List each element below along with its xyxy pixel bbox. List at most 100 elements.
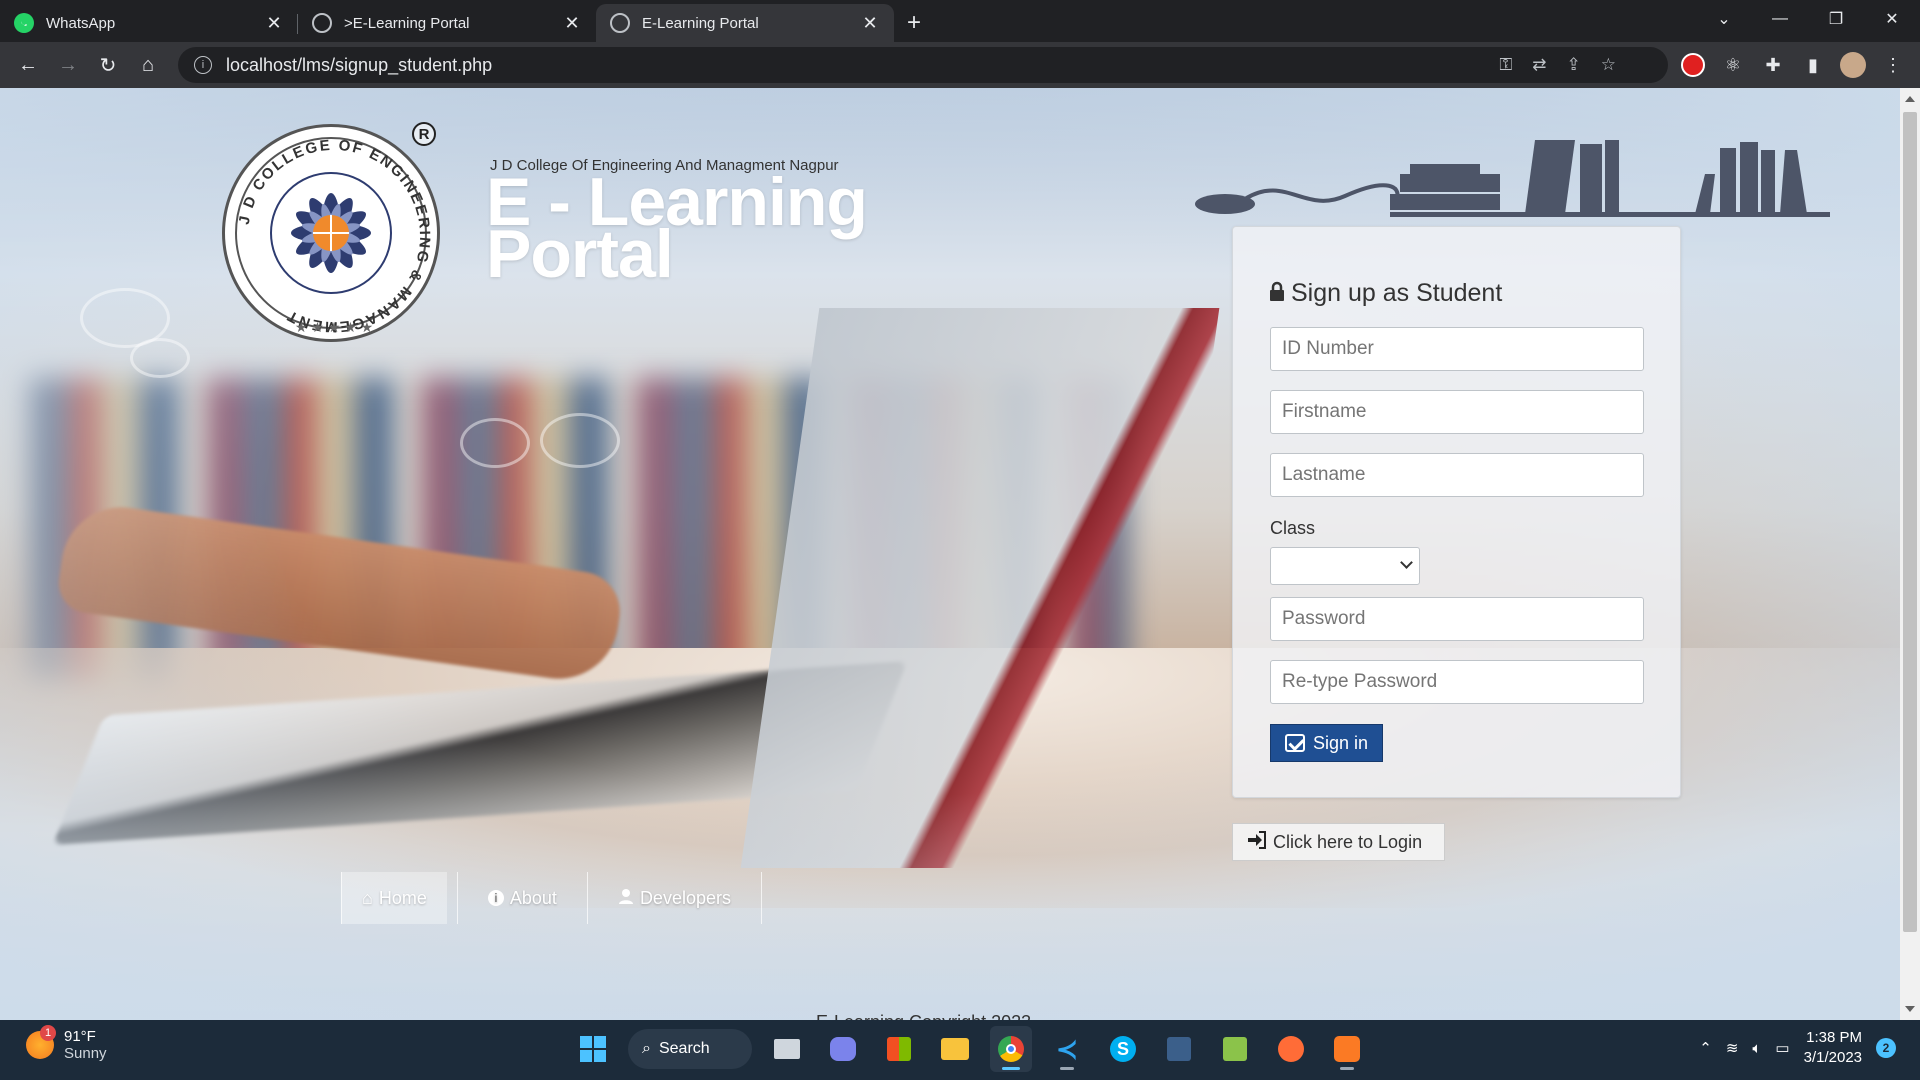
chevron-down-icon — [1400, 556, 1413, 569]
nav-about[interactable]: i About — [456, 872, 587, 924]
adblock-extension-icon[interactable] — [1680, 52, 1706, 78]
reload-button[interactable]: ↻ — [88, 45, 128, 85]
check-square-icon — [1285, 734, 1305, 752]
extensions-puzzle-icon[interactable]: ✚ — [1760, 52, 1786, 78]
tab-title: >E-Learning Portal — [344, 14, 470, 32]
tab-whatsapp[interactable]: WhatsApp ✕ — [0, 4, 298, 42]
close-tab-icon[interactable]: ✕ — [860, 13, 880, 34]
file-explorer-icon[interactable] — [934, 1026, 976, 1072]
tab-title: E-Learning Portal — [642, 14, 759, 32]
system-tray: ⌃ ≋ 🔈︎ ▭ 1:38 PM 3/1/2023 2 — [1699, 1028, 1896, 1068]
signup-card: Sign up as Student Class Sign in — [1232, 226, 1681, 798]
weather-badge: 1 — [40, 1025, 56, 1041]
scroll-down-arrow-icon[interactable] — [1905, 1006, 1915, 1012]
translate-icon[interactable]: ⇄ — [1532, 55, 1546, 75]
back-button[interactable]: ← — [8, 45, 48, 85]
svg-text:★ ★ ★ ★ ★: ★ ★ ★ ★ ★ — [295, 319, 373, 335]
microsoft-store-icon[interactable] — [878, 1026, 920, 1072]
side-panel-icon[interactable]: ▮ — [1800, 52, 1826, 78]
restore-button[interactable]: ❐ — [1808, 0, 1864, 38]
password-input[interactable] — [1270, 597, 1644, 641]
clock-date: 3/1/2023 — [1803, 1049, 1862, 1066]
sunny-weather-icon: 1 — [26, 1025, 56, 1059]
sign-in-arrow-icon — [1247, 830, 1267, 854]
login-link-text: Click here to Login — [1273, 831, 1423, 852]
close-tab-icon[interactable]: ✕ — [562, 13, 582, 34]
weather-desc: Sunny — [64, 1045, 107, 1062]
close-window-button[interactable]: ✕ — [1864, 0, 1920, 38]
site-info-icon[interactable]: i — [194, 56, 212, 74]
tab-elearning-active[interactable]: E-Learning Portal ✕ — [596, 4, 894, 42]
nav-about-label: About — [509, 887, 557, 908]
lastname-input[interactable] — [1270, 453, 1644, 497]
home-button[interactable]: ⌂ — [128, 45, 168, 85]
tab-search-icon[interactable]: ⌄ — [1696, 0, 1752, 38]
share-icon[interactable]: ⇪ — [1567, 55, 1581, 75]
teams-chat-icon[interactable] — [822, 1026, 864, 1072]
url-text: localhost/lms/signup_student.php — [226, 54, 493, 75]
main-nav: ⌂ Home i About Developers — [341, 872, 762, 924]
address-bar[interactable]: i localhost/lms/signup_student.php ⚿ ⇄ ⇪… — [178, 47, 1668, 83]
lock-icon — [1269, 279, 1285, 308]
chrome-icon[interactable] — [990, 1026, 1032, 1072]
menu-kebab-icon[interactable]: ⋮ — [1880, 52, 1906, 78]
nav-developers-label: Developers — [639, 887, 731, 908]
nav-home[interactable]: ⌂ Home — [341, 872, 447, 924]
key-icon[interactable]: ⚿ — [1499, 55, 1512, 75]
weather-widget[interactable]: 1 91°F Sunny — [26, 1025, 107, 1062]
globe-icon — [312, 13, 332, 33]
task-view-icon[interactable] — [766, 1026, 808, 1072]
signup-heading: Sign up as Student — [1269, 279, 1502, 308]
minimize-button[interactable]: — — [1752, 0, 1808, 38]
class-select[interactable] — [1270, 547, 1420, 585]
search-icon: ⌕ — [642, 1040, 651, 1057]
college-logo: J D COLLEGE OF ENGINEERING & MANAGEMENT … — [222, 124, 440, 342]
running-indicator — [1340, 1067, 1354, 1070]
decorative-swirl — [130, 338, 190, 378]
sign-in-label: Sign in — [1313, 732, 1369, 753]
globe-icon — [610, 13, 630, 33]
react-devtools-icon[interactable]: ⚛ — [1720, 52, 1746, 78]
class-label: Class — [1270, 518, 1316, 538]
skype-icon[interactable]: S — [1102, 1026, 1144, 1072]
page-scrollbar[interactable] — [1900, 88, 1920, 1020]
close-tab-icon[interactable]: ✕ — [264, 13, 284, 34]
windows-taskbar: 1 91°F Sunny ⌕ Search ≺ S ⌃ ≋ 🔈︎ ▭ 1:38 … — [0, 1020, 1920, 1080]
chevron-up-icon[interactable]: ⌃ — [1699, 1039, 1712, 1057]
battery-icon[interactable]: ▭ — [1775, 1039, 1789, 1057]
postman-icon[interactable] — [1270, 1026, 1312, 1072]
logo-ring-text: J D COLLEGE OF ENGINEERING & MANAGEMENT … — [236, 137, 431, 335]
clock-time: 1:38 PM — [1806, 1029, 1862, 1046]
bookshelf-mouse-graphic — [1195, 140, 1830, 217]
new-tab-button[interactable]: + — [894, 4, 934, 42]
sign-in-button[interactable]: Sign in — [1270, 724, 1383, 762]
nav-developers[interactable]: Developers — [586, 872, 762, 924]
retype-password-input[interactable] — [1270, 660, 1644, 704]
notepad-plus-icon[interactable] — [1214, 1026, 1256, 1072]
running-indicator — [1060, 1067, 1074, 1070]
notification-badge[interactable]: 2 — [1876, 1038, 1896, 1058]
scroll-thumb[interactable] — [1903, 112, 1917, 932]
profile-avatar[interactable] — [1840, 52, 1866, 78]
login-link-button[interactable]: Click here to Login — [1232, 823, 1445, 861]
taskbar-search[interactable]: ⌕ Search — [628, 1029, 752, 1069]
bookmark-star-icon[interactable]: ☆ — [1601, 55, 1616, 75]
scroll-up-arrow-icon[interactable] — [1905, 96, 1915, 102]
wifi-icon[interactable]: ≋ — [1726, 1039, 1739, 1057]
tab-elearning-1[interactable]: >E-Learning Portal ✕ — [298, 4, 596, 42]
firstname-input[interactable] — [1270, 390, 1644, 434]
clock[interactable]: 1:38 PM 3/1/2023 — [1804, 1028, 1862, 1068]
tab-title: WhatsApp — [46, 14, 116, 32]
user-icon — [618, 888, 634, 909]
mysql-workbench-icon[interactable] — [1158, 1026, 1200, 1072]
xampp-icon[interactable] — [1326, 1026, 1368, 1072]
windows-start-icon[interactable] — [572, 1026, 614, 1072]
decorative-swirl — [460, 418, 530, 468]
id-number-input[interactable] — [1270, 327, 1644, 371]
running-indicator — [1002, 1067, 1020, 1070]
forward-button[interactable]: → — [48, 45, 88, 85]
volume-icon[interactable]: 🔈︎ — [1752, 1040, 1761, 1057]
extension-area: ⚛ ✚ ▮ ⋮ — [1680, 42, 1920, 88]
registered-mark: R — [412, 122, 436, 146]
vscode-icon[interactable]: ≺ — [1046, 1026, 1088, 1072]
